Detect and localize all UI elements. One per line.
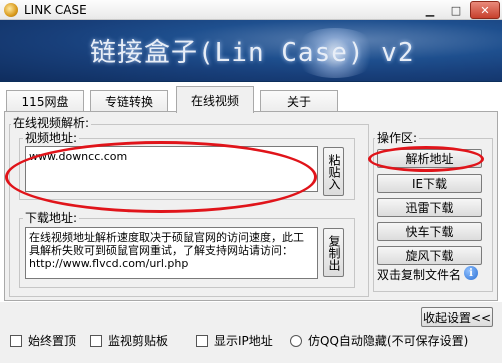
always-on-top-label: 始终置顶 [28,334,77,348]
info-icon[interactable]: i [464,266,478,280]
flashget-download-button[interactable]: 快车下载 [377,222,482,241]
ie-download-button[interactable]: IE下载 [377,174,482,193]
show-ip-label: 显示IP地址 [214,334,273,348]
title-bar: LINK CASE ▁ □ ✕ [0,0,502,20]
parse-group-legend: 在线视频解析: [11,116,92,130]
monitor-clipboard-option[interactable]: 监视剪贴板 [90,332,168,349]
qq-auto-hide-option[interactable]: 仿QQ自动隐藏(不可保存设置) [290,332,468,349]
show-ip-checkbox[interactable] [196,334,208,347]
video-address-legend: 视频地址: [23,131,80,145]
video-address-input[interactable]: www.downcc.com [25,146,318,192]
app-icon [4,3,18,17]
download-address-legend: 下载地址: [23,211,80,225]
monitor-clipboard-label: 监视剪贴板 [108,334,169,348]
show-ip-option[interactable]: 显示IP地址 [196,332,273,349]
banner-title: 链接盒子(Lin Case) v2 [90,38,415,68]
settings-bar: 收起设置<< 始终置顶 监视剪贴板 显示IP地址 仿QQ自动隐藏(不可保存设置) [0,302,502,363]
tab-convert[interactable]: 专链转换 [90,90,168,112]
qq-auto-hide-label: 仿QQ自动隐藏(不可保存设置) [308,334,469,348]
tab-115[interactable]: 115网盘 [6,90,84,112]
always-on-top-checkbox[interactable] [10,334,22,347]
maximize-button[interactable]: □ [444,1,468,19]
thunder-download-button[interactable]: 迅雷下载 [377,198,482,217]
always-on-top-option[interactable]: 始终置顶 [10,332,76,349]
window-title: LINK CASE [24,3,87,17]
tab-bar: 115网盘 专链转换 在线视频 关于 [0,82,502,113]
copy-button[interactable]: 复制出 [323,228,344,277]
download-address-output[interactable]: 在线视频地址解析速度取决于硕鼠官网的访问速度，此工具解析失败可到硕鼠官网重试，了… [25,227,318,279]
qq-whirlwind-download-button[interactable]: 旋风下载 [377,246,482,265]
close-button[interactable]: ✕ [470,1,500,19]
monitor-clipboard-checkbox[interactable] [90,334,102,347]
double-click-copy-label: 双击复制文件名 [377,268,462,282]
banner: 链接盒子(Lin Case) v2 [0,20,502,82]
tab-about[interactable]: 关于 [260,90,338,112]
minimize-button[interactable]: ▁ [418,1,442,19]
operations-legend: 操作区: [375,131,420,145]
parse-address-button[interactable]: 解析地址 [377,149,482,168]
qq-auto-hide-radio[interactable] [290,334,302,347]
paste-button[interactable]: 粘贴入 [323,147,344,196]
tab-online-video[interactable]: 在线视频 [176,86,254,113]
collapse-settings-button[interactable]: 收起设置<< [421,307,493,327]
